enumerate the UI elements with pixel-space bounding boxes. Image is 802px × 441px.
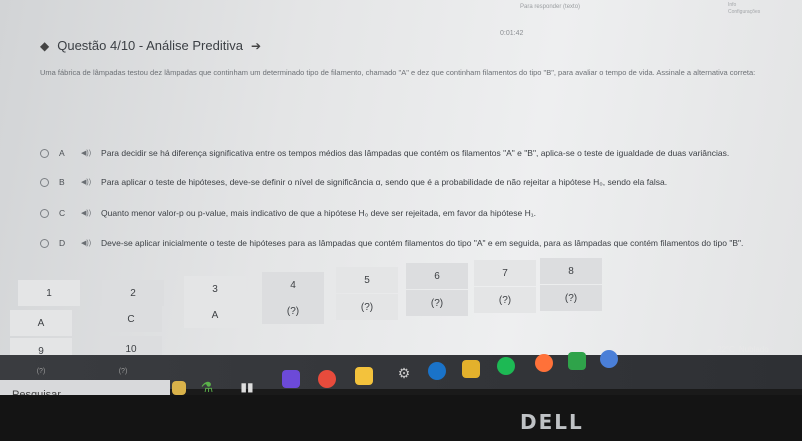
weather-temp: 22°C <box>717 345 735 354</box>
edge-icon[interactable] <box>428 362 446 380</box>
top-right-line-2[interactable]: Configurações <box>728 9 760 16</box>
cloud-icon: ☁ <box>705 345 713 354</box>
speaker-icon[interactable]: ◀)) <box>81 178 91 186</box>
weather-widget[interactable]: ☁ 22°C Nublado <box>705 345 769 354</box>
question-text: Uma fábrica de lâmpadas testou dez lâmpa… <box>40 68 756 77</box>
speaker-icon[interactable]: ◀)) <box>81 239 91 247</box>
whatsapp-icon[interactable] <box>568 352 586 370</box>
chrome-icon[interactable] <box>318 370 336 388</box>
timer: 0:01:42 <box>500 30 524 37</box>
nav-number-3[interactable]: 3 <box>184 276 246 302</box>
calendar-icon[interactable] <box>355 367 373 385</box>
nav-answer-6[interactable]: (?) <box>406 290 468 316</box>
nav-answer-10: (?) <box>118 367 128 375</box>
nav-number-6[interactable]: 6 <box>406 263 468 289</box>
alternative-text: Para aplicar o teste de hipóteses, deve-… <box>101 177 668 187</box>
alternative-letter: D <box>59 238 66 248</box>
top-right-line-1[interactable]: Info <box>728 2 760 9</box>
dell-logo: DELL <box>520 410 584 434</box>
question-title: Questão 4/10 - Análise Preditiva <box>57 38 243 53</box>
settings-icon[interactable]: ⚙ <box>395 364 413 382</box>
browser-screen: Para responder (texto) Info Configuraçõe… <box>0 0 802 380</box>
radio-a[interactable] <box>40 148 49 158</box>
alternative-letter: C <box>59 208 66 218</box>
nav-answer-5[interactable]: (?) <box>336 294 398 320</box>
arrow-left-icon[interactable]: ◆ <box>40 39 49 53</box>
app-icon[interactable] <box>282 370 300 388</box>
alternative-letter: B <box>59 177 65 187</box>
alternative-text: Para decidir se há diferença significati… <box>101 148 730 158</box>
alternative-c[interactable]: C ◀)) Quanto menor valor-p ou p-value, m… <box>40 208 536 218</box>
speaker-icon[interactable]: ◀)) <box>81 209 91 217</box>
question-header: ◆ Questão 4/10 - Análise Preditiva ➔ <box>40 38 261 53</box>
monitor-bezel <box>0 395 802 441</box>
radio-d[interactable] <box>40 238 49 248</box>
alternative-text: Deve-se aplicar inicialmente o teste de … <box>101 238 744 248</box>
nav-number-5[interactable]: 5 <box>336 267 398 293</box>
nav-answer-9: (?) <box>36 367 46 375</box>
app-icon-2[interactable] <box>600 350 618 368</box>
nav-answer-2[interactable]: C <box>100 306 162 332</box>
alternative-letter: A <box>59 148 65 158</box>
nav-answer-8[interactable]: (?) <box>540 285 602 311</box>
top-right-menu[interactable]: Info Configurações <box>728 2 760 16</box>
weather-desc: Nublado <box>738 345 769 354</box>
alternative-d[interactable]: D ◀)) Deve-se aplicar inicialmente o tes… <box>40 238 743 248</box>
nav-answer-4[interactable]: (?) <box>262 298 324 324</box>
nav-number-4[interactable]: 4 <box>262 272 324 298</box>
nav-number-7[interactable]: 7 <box>474 260 536 286</box>
top-hint: Para responder (texto) <box>520 4 581 10</box>
nav-number-1[interactable]: 1 <box>18 280 80 306</box>
nav-answer-7[interactable]: (?) <box>474 287 536 313</box>
task-view-icon[interactable]: ▮▮ <box>238 378 256 396</box>
alternative-b[interactable]: B ◀)) Para aplicar o teste de hipóteses,… <box>40 177 667 187</box>
arrow-right-icon[interactable]: ➔ <box>251 39 261 53</box>
radio-b[interactable] <box>40 177 49 187</box>
radio-c[interactable] <box>40 208 49 218</box>
folder-icon[interactable] <box>462 360 480 378</box>
spotify-icon[interactable] <box>497 357 515 375</box>
nav-number-2[interactable]: 2 <box>102 280 164 306</box>
flask-icon[interactable]: ⚗ <box>198 378 216 396</box>
alternative-text: Quanto menor valor-p ou p-value, mais in… <box>101 208 536 218</box>
alternative-a[interactable]: A ◀)) Para decidir se há diferença signi… <box>40 148 729 158</box>
firefox-icon[interactable] <box>535 354 553 372</box>
nav-answer-1[interactable]: A <box>10 310 72 336</box>
nav-answer-3[interactable]: A <box>184 302 246 328</box>
speaker-icon[interactable]: ◀)) <box>81 149 91 157</box>
file-explorer-icon[interactable] <box>172 381 186 395</box>
nav-number-8[interactable]: 8 <box>540 258 602 284</box>
